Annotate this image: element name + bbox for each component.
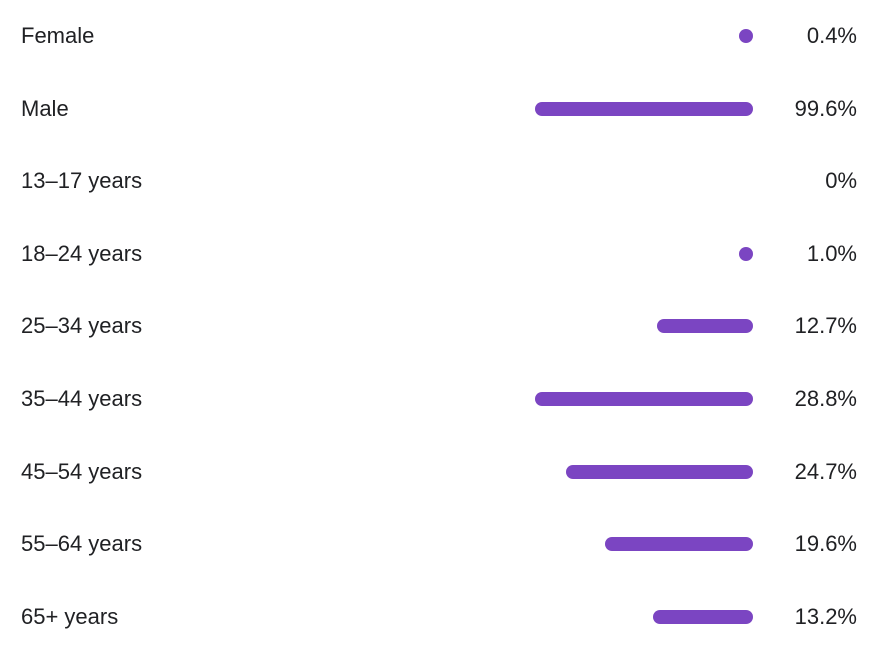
value-label: 19.6%: [794, 531, 857, 556]
value-label: 24.7%: [794, 459, 857, 484]
demographics-chart: Female 0.4% Male 99.6% 13–17 years 0% 18–24 ye…: [0, 0, 884, 654]
bar-row: 55–64 years 19.6%: [0, 526, 884, 562]
category-label: 55–64 years: [21, 531, 143, 556]
category-label: 35–44 years: [21, 386, 143, 411]
category-label: Female: [21, 23, 95, 48]
bar-row: 18–24 years 1.0%: [0, 236, 884, 272]
value-label: 1.0%: [806, 241, 857, 266]
bar: [739, 247, 753, 261]
category-label: 18–24 years: [21, 241, 143, 266]
bar: [656, 319, 753, 333]
bar: [604, 537, 753, 551]
bar: [566, 465, 753, 479]
bar: [535, 102, 753, 116]
value-label: 28.8%: [794, 386, 857, 411]
category-label: 45–54 years: [21, 459, 143, 484]
bar: [739, 29, 753, 43]
bar-row: 25–34 years 12.7%: [0, 308, 884, 344]
bar-row: 45–54 years 24.7%: [0, 454, 884, 490]
bar-row: Female 0.4%: [0, 18, 884, 54]
value-label: 99.6%: [794, 96, 857, 121]
bar-row: Male 99.6%: [0, 91, 884, 127]
value-label: 12.7%: [794, 313, 857, 338]
category-label: 65+ years: [21, 604, 119, 629]
bar-row: 65+ years 13.2%: [0, 599, 884, 635]
bar-row: 13–17 years 0%: [0, 163, 884, 199]
category-label: 25–34 years: [21, 313, 143, 338]
bar: [535, 392, 753, 406]
category-label: 13–17 years: [21, 168, 143, 193]
value-label: 0%: [825, 168, 857, 193]
bar: [653, 610, 753, 624]
value-label: 0.4%: [806, 23, 857, 48]
value-label: 13.2%: [794, 604, 857, 629]
category-label: Male: [21, 96, 69, 121]
bar-row: 35–44 years 28.8%: [0, 381, 884, 417]
